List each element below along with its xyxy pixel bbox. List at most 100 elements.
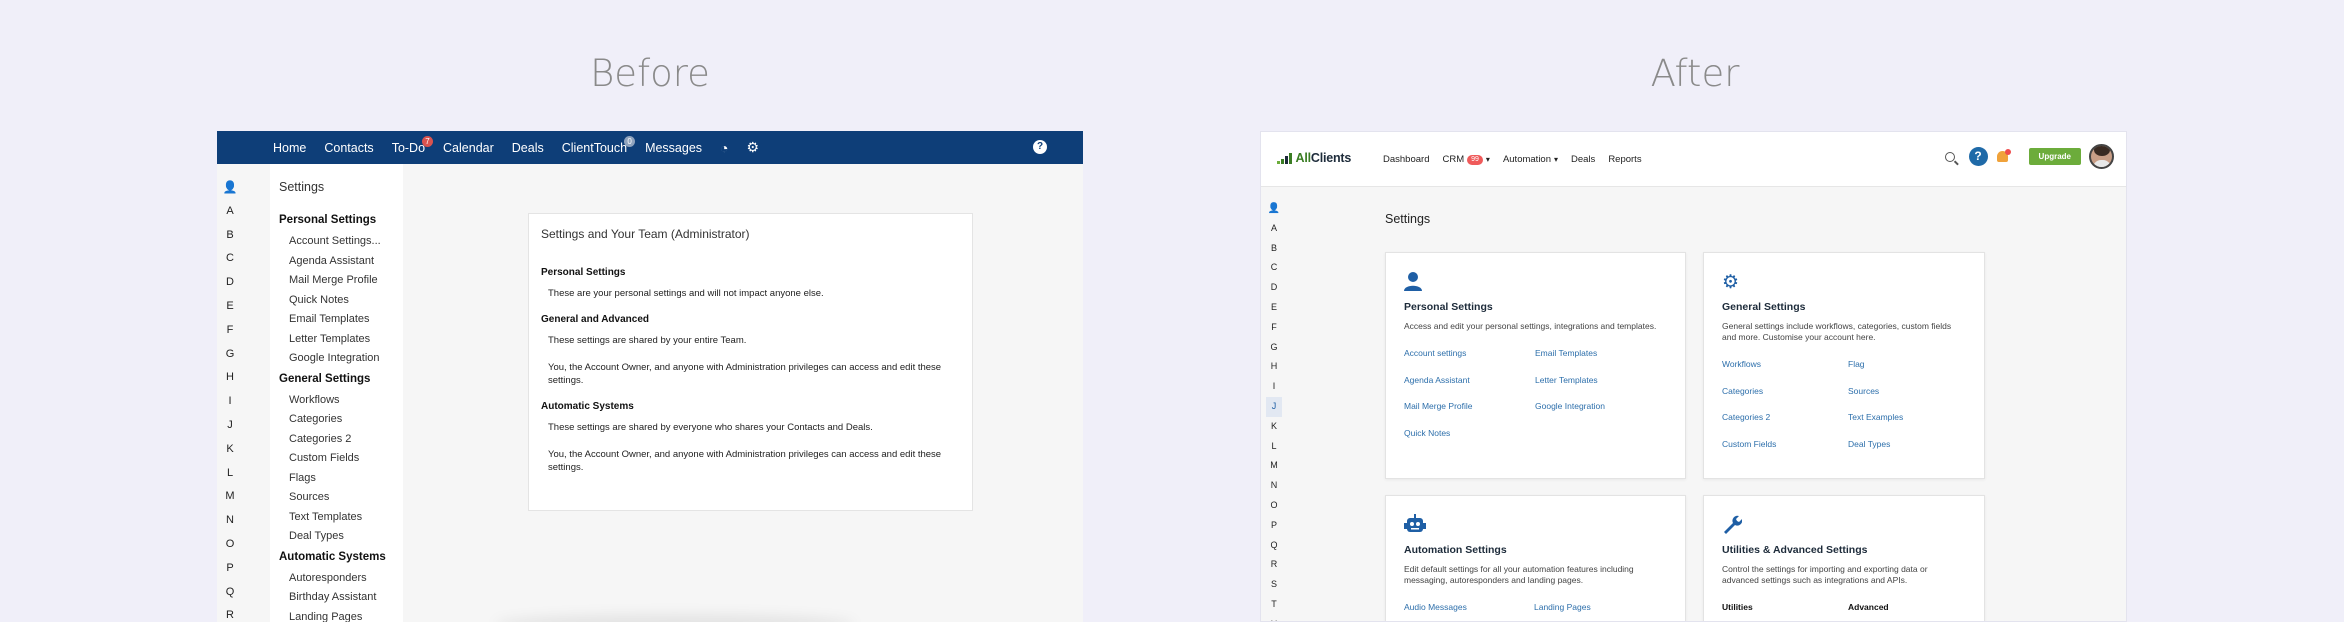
- letter-n[interactable]: N: [217, 509, 243, 533]
- letter-t[interactable]: T: [1266, 595, 1282, 615]
- sidebar-item-flags[interactable]: Flags: [279, 469, 403, 489]
- contacts-icon[interactable]: 👤: [1266, 199, 1282, 219]
- sidebar-item-custom-fields[interactable]: Custom Fields: [279, 449, 403, 469]
- letter-k[interactable]: K: [217, 438, 243, 462]
- link-sources[interactable]: Sources: [1848, 386, 1968, 413]
- sidebar-item-autoresponders[interactable]: Autoresponders: [279, 569, 403, 589]
- menu-reports[interactable]: Reports: [1608, 154, 1641, 165]
- link-quick-notes[interactable]: Quick Notes: [1404, 428, 1535, 455]
- link-agenda-assistant[interactable]: Agenda Assistant: [1404, 375, 1535, 402]
- link-google-integration[interactable]: Google Integration: [1535, 401, 1665, 428]
- letter-i[interactable]: I: [1266, 377, 1282, 397]
- letter-p[interactable]: P: [1266, 516, 1282, 536]
- link-deal-types[interactable]: Deal Types: [1848, 439, 1968, 466]
- search-icon[interactable]: [1944, 151, 1955, 162]
- link-letter-templates[interactable]: Letter Templates: [1535, 375, 1665, 402]
- pie-chart-icon[interactable]: ◔: [720, 140, 728, 156]
- sidebar-item-text-templates[interactable]: Text Templates: [279, 508, 403, 528]
- menu-deals[interactable]: Deals: [1571, 154, 1595, 165]
- letter-o[interactable]: O: [217, 533, 243, 557]
- link-audio-messages[interactable]: Audio Messages: [1404, 602, 1534, 621]
- sidebar-item-categories[interactable]: Categories: [279, 410, 403, 430]
- letter-l[interactable]: L: [1266, 437, 1282, 457]
- sidebar-item-letter-templates[interactable]: Letter Templates: [279, 330, 403, 350]
- help-icon[interactable]: ?: [1033, 140, 1047, 154]
- letter-p[interactable]: P: [217, 557, 243, 581]
- sidebar-item-mail-merge[interactable]: Mail Merge Profile: [279, 271, 403, 291]
- link-text-examples[interactable]: Text Examples: [1848, 412, 1968, 439]
- nav-deals[interactable]: Deals: [512, 141, 544, 155]
- letter-i[interactable]: I: [217, 390, 243, 414]
- nav-contacts[interactable]: Contacts: [324, 141, 373, 155]
- crm-count-badge: 99: [1467, 154, 1483, 165]
- sidebar-item-google-integration[interactable]: Google Integration: [279, 349, 403, 369]
- letter-s[interactable]: S: [1266, 575, 1282, 595]
- nav-todo[interactable]: To-Do 7: [392, 135, 434, 155]
- sidebar-item-account-settings[interactable]: Account Settings...: [279, 232, 403, 252]
- link-flag[interactable]: Flag: [1848, 359, 1968, 386]
- letter-d[interactable]: D: [217, 271, 243, 295]
- sidebar-item-birthday-assistant[interactable]: Birthday Assistant: [279, 588, 403, 608]
- letter-a[interactable]: A: [217, 200, 243, 224]
- letter-e[interactable]: E: [217, 295, 243, 319]
- letter-r[interactable]: R: [1266, 555, 1282, 575]
- letter-o[interactable]: O: [1266, 496, 1282, 516]
- contacts-icon[interactable]: 👤: [217, 176, 243, 200]
- bell-icon[interactable]: [1995, 148, 2011, 165]
- card-links: Audio Messages Landing Pages: [1404, 602, 1667, 621]
- letter-q[interactable]: Q: [217, 581, 243, 605]
- menu-crm[interactable]: CRM 99 ▾: [1442, 154, 1489, 165]
- letter-m[interactable]: M: [217, 485, 243, 509]
- link-mail-merge-profile[interactable]: Mail Merge Profile: [1404, 401, 1535, 428]
- link-email-templates[interactable]: Email Templates: [1535, 348, 1665, 375]
- letter-f[interactable]: F: [1266, 318, 1282, 338]
- sidebar-item-workflows[interactable]: Workflows: [279, 391, 403, 411]
- link-account-settings[interactable]: Account settings: [1404, 348, 1535, 375]
- menu-dashboard[interactable]: Dashboard: [1383, 154, 1429, 165]
- letter-l[interactable]: L: [217, 462, 243, 486]
- letter-c[interactable]: C: [217, 247, 243, 271]
- nav-clienttouch[interactable]: ClientTouch 0: [562, 135, 636, 155]
- link-workflows[interactable]: Workflows: [1722, 359, 1848, 386]
- letter-r[interactable]: R: [217, 604, 243, 622]
- sidebar-item-deal-types[interactable]: Deal Types: [279, 527, 403, 547]
- letter-m[interactable]: M: [1266, 456, 1282, 476]
- letter-g[interactable]: G: [1266, 338, 1282, 358]
- letter-b[interactable]: B: [1266, 239, 1282, 259]
- gear-icon[interactable]: ⚙: [747, 139, 760, 156]
- sidebar-item-email-templates[interactable]: Email Templates: [279, 310, 403, 330]
- letter-h[interactable]: H: [1266, 357, 1282, 377]
- letter-j[interactable]: J: [217, 414, 243, 438]
- letter-c[interactable]: C: [1266, 258, 1282, 278]
- help-icon[interactable]: ?: [1968, 147, 1988, 166]
- link-custom-fields[interactable]: Custom Fields: [1722, 439, 1848, 466]
- sidebar-item-categories-2[interactable]: Categories 2: [279, 430, 403, 450]
- letter-q[interactable]: Q: [1266, 536, 1282, 556]
- letter-e[interactable]: E: [1266, 298, 1282, 318]
- letter-b[interactable]: B: [217, 224, 243, 248]
- letter-f[interactable]: F: [217, 319, 243, 343]
- avatar[interactable]: [2089, 144, 2114, 169]
- nav-messages[interactable]: Messages: [645, 141, 702, 155]
- allclients-logo[interactable]: AllClients: [1277, 151, 1351, 165]
- letter-h[interactable]: H: [217, 366, 243, 390]
- link-categories-2[interactable]: Categories 2: [1722, 412, 1848, 439]
- letter-u[interactable]: U: [1266, 615, 1282, 621]
- letter-d[interactable]: D: [1266, 278, 1282, 298]
- link-landing-pages[interactable]: Landing Pages: [1534, 602, 1664, 621]
- link-categories[interactable]: Categories: [1722, 386, 1848, 413]
- nav-home[interactable]: Home: [273, 141, 306, 155]
- letter-n[interactable]: N: [1266, 476, 1282, 496]
- upgrade-button[interactable]: Upgrade: [2028, 148, 2081, 165]
- letter-a[interactable]: A: [1266, 219, 1282, 239]
- letter-k[interactable]: K: [1266, 417, 1282, 437]
- letter-j-active[interactable]: J: [1266, 396, 1282, 417]
- sidebar-item-quick-notes[interactable]: Quick Notes: [279, 291, 403, 311]
- sidebar-item-agenda-assistant[interactable]: Agenda Assistant: [279, 252, 403, 272]
- letter-g[interactable]: G: [217, 343, 243, 367]
- sidebar-item-landing-pages[interactable]: Landing Pages: [279, 608, 403, 622]
- sidebar-item-sources[interactable]: Sources: [279, 488, 403, 508]
- nav-calendar[interactable]: Calendar: [443, 141, 494, 155]
- sidebar-title: Settings: [279, 180, 325, 194]
- menu-automation[interactable]: Automation ▾: [1503, 154, 1558, 165]
